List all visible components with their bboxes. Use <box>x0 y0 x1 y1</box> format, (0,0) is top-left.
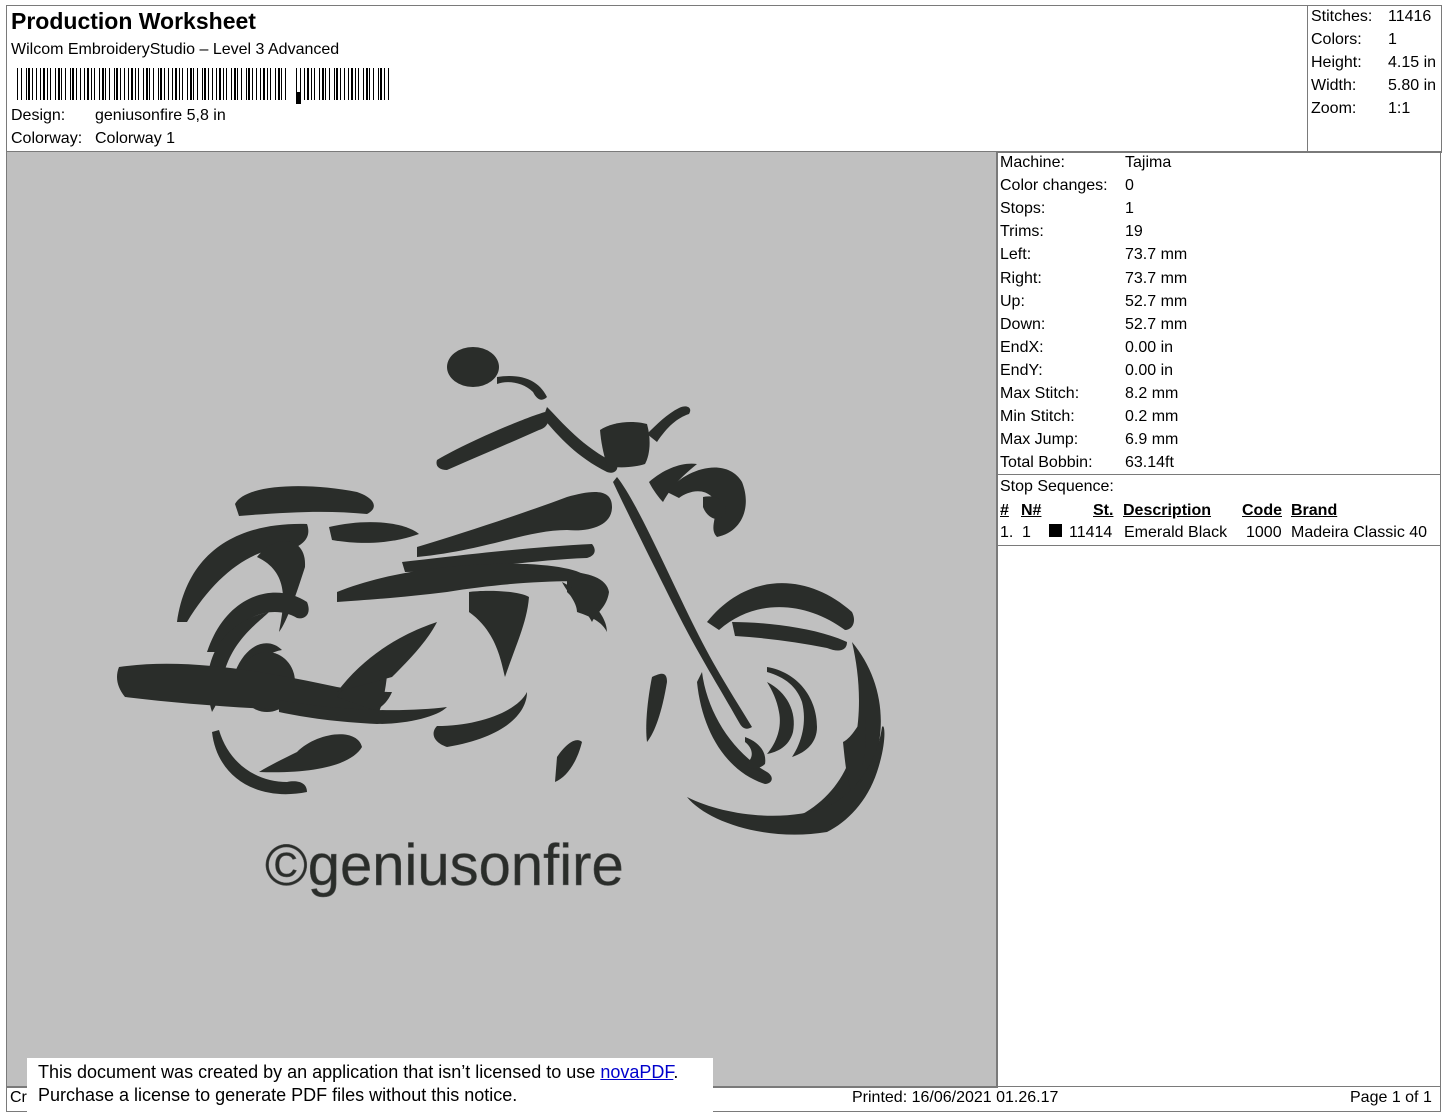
summary-value: 1:1 <box>1388 100 1411 117</box>
info-value: 8.2 mm <box>1125 385 1179 402</box>
machine-info-row: Total Bobbin: 63.14ft <box>1000 454 1174 472</box>
notice-text: This document was created by an applicat… <box>38 1062 601 1082</box>
summary-value: 5.80 in <box>1388 77 1437 94</box>
barcode <box>17 68 389 106</box>
summary-value: 4.15 in <box>1388 54 1437 71</box>
info-value: Tajima <box>1125 154 1172 171</box>
info-label: Color changes: <box>1000 177 1108 195</box>
machine-info-row: Max Jump: 6.9 mm <box>1000 431 1178 449</box>
info-label: Right: <box>1000 269 1042 287</box>
info-label: Total Bobbin: <box>1000 454 1093 472</box>
stop-row-code: 1000 <box>1246 524 1282 541</box>
summary-label: Width: <box>1311 77 1357 94</box>
stop-sequence-title: Stop Sequence: <box>1000 478 1114 495</box>
summary-row-colors: Colors: 1 <box>1311 31 1397 49</box>
notice-line-2: Purchase a license to generate PDF files… <box>38 1085 518 1105</box>
col-header-stitches: St. <box>1093 502 1114 519</box>
summary-label: Stitches: <box>1311 8 1373 25</box>
design-label: Design: <box>11 107 66 124</box>
printed-date: Printed: 16/06/2021 01.26.17 <box>852 1089 1059 1106</box>
stop-row-num: 1. <box>1000 524 1014 541</box>
blank-panel <box>996 544 1441 1087</box>
col-header-description: Description <box>1123 502 1212 519</box>
summary-row-zoom: Zoom: 1:1 <box>1311 100 1410 118</box>
info-label: Machine: <box>1000 154 1065 171</box>
motorcycle-embroidery-image: ©geniusonfire <box>117 347 885 898</box>
footer-left-text: Cr <box>10 1089 27 1106</box>
info-value: 73.7 mm <box>1125 269 1188 287</box>
colorway-value: Colorway 1 <box>95 130 176 147</box>
info-value: 19 <box>1125 223 1143 241</box>
col-header-num: # <box>1000 502 1009 519</box>
machine-info-row: Right: 73.7 mm <box>1000 269 1187 288</box>
page-number: Page 1 of 1 <box>1350 1089 1432 1106</box>
stop-row-n: 1 <box>1022 524 1031 541</box>
summary-label: Colors: <box>1311 31 1362 48</box>
info-value: 1 <box>1125 200 1134 218</box>
info-value: 63.14ft <box>1125 454 1174 472</box>
machine-info-row: Down: 52.7 mm <box>1000 315 1187 334</box>
summary-label: Zoom: <box>1311 100 1357 117</box>
design-preview: ©geniusonfire <box>6 151 998 1088</box>
design-copyright-text: ©geniusonfire <box>265 833 624 898</box>
worksheet-header: Production Worksheet Wilcom EmbroiderySt… <box>6 5 1309 153</box>
software-name: Wilcom EmbroideryStudio – Level 3 Advanc… <box>11 41 340 58</box>
info-label: Left: <box>1000 246 1032 264</box>
info-value: 0.00 in <box>1125 361 1174 379</box>
machine-info-row: Machine: Tajima <box>1000 154 1171 172</box>
summary-value: 11416 <box>1388 8 1432 25</box>
stop-sequence-panel: Stop Sequence: # N# St. Description Code… <box>996 474 1441 546</box>
colorway-label: Colorway: <box>11 130 83 147</box>
info-label: Up: <box>1000 292 1025 310</box>
col-header-n: N# <box>1021 502 1042 519</box>
summary-row-height: Height: 4.15 in <box>1311 54 1436 72</box>
info-value: 0.2 mm <box>1125 408 1179 426</box>
info-label: Trims: <box>1000 223 1044 241</box>
machine-info-row: Max Stitch: 8.2 mm <box>1000 385 1178 403</box>
stop-row-brand: Madeira Classic 40 <box>1291 524 1428 541</box>
page-title: Production Worksheet <box>11 8 256 34</box>
machine-info-panel: Machine: Tajima Color changes: 0 Stops: 1 Trim… <box>996 151 1441 475</box>
notice-line-1: This document was created by an applicat… <box>38 1061 713 1084</box>
design-summary: Stitches: 11416 Colors: 1 Height: 4.15 in W… <box>1307 5 1442 153</box>
info-label: Stops: <box>1000 200 1046 218</box>
stop-row-stitches: 11414 <box>1069 524 1113 541</box>
novapdf-link[interactable]: novaPDF <box>600 1062 673 1082</box>
machine-info-row: Trims: 19 <box>1000 223 1143 241</box>
design-value: geniusonfire 5,8 in <box>95 107 226 124</box>
info-label: Max Stitch: <box>1000 385 1080 402</box>
machine-info-row: Left: 73.7 mm <box>1000 246 1187 264</box>
info-label: Max Jump: <box>1000 431 1079 449</box>
info-value: 52.7 mm <box>1125 292 1188 310</box>
thread-color-swatch <box>1049 524 1062 537</box>
machine-info-row: Stops: 1 <box>1000 200 1134 218</box>
info-label: EndX: <box>1000 338 1044 356</box>
info-label: Down: <box>1000 315 1046 333</box>
summary-value: 1 <box>1388 31 1397 48</box>
summary-row-stitches: Stitches: 11416 <box>1311 8 1431 26</box>
notice-text-suffix: . <box>673 1062 679 1082</box>
info-value: 0 <box>1125 177 1134 195</box>
unlicensed-notice: This document was created by an applicat… <box>27 1058 713 1114</box>
machine-info-row: Color changes: 0 <box>1000 177 1134 195</box>
info-value: 0.00 in <box>1125 338 1174 356</box>
info-label: EndY: <box>1000 361 1043 379</box>
info-value: 52.7 mm <box>1125 315 1188 333</box>
machine-info-row: EndX: 0.00 in <box>1000 338 1173 357</box>
info-value: 73.7 mm <box>1125 246 1188 264</box>
machine-info-row: Min Stitch: 0.2 mm <box>1000 408 1178 426</box>
col-header-code: Code <box>1242 502 1282 519</box>
machine-info-row: Up: 52.7 mm <box>1000 292 1187 311</box>
summary-label: Height: <box>1311 54 1362 71</box>
machine-info-row: EndY: 0.00 in <box>1000 361 1173 380</box>
summary-row-width: Width: 5.80 in <box>1311 77 1436 95</box>
col-header-brand: Brand <box>1291 502 1338 519</box>
info-value: 6.9 mm <box>1125 431 1179 449</box>
stop-row-description: Emerald Black <box>1124 524 1228 541</box>
info-label: Min Stitch: <box>1000 408 1075 426</box>
